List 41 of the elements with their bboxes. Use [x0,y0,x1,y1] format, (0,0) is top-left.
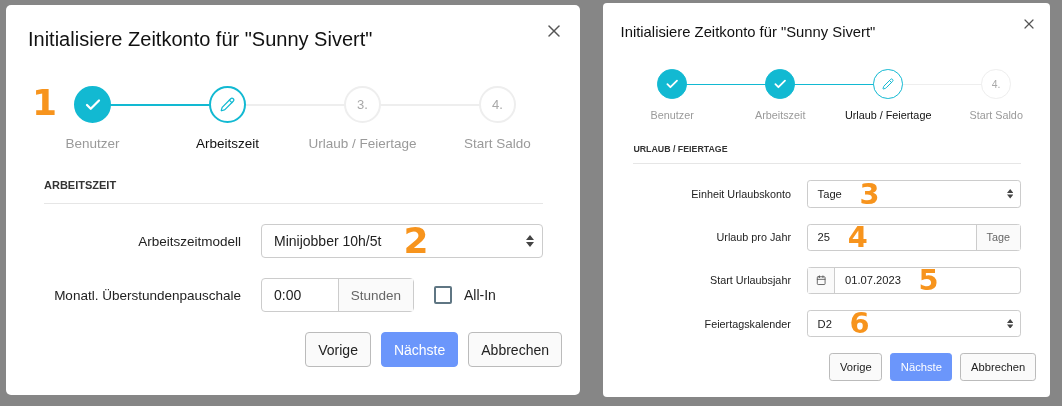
annotation-number: 2 [403,223,429,259]
dialog-button[interactable]: Abbrechen [468,332,562,367]
checkbox-label: All-In [464,287,496,303]
field-label: Start Urlaubsjahr [708,274,791,287]
annotation-number: 4 [847,222,868,252]
section-heading: ARBEITSZEIT [44,179,543,204]
section-heading: URLAUB / FEIERTAGE [633,143,1021,165]
annotation-number: 6 [849,309,870,338]
step-label[interactable]: Arbeitszeit [196,136,259,151]
field-label: Urlaub pro Jahr [715,231,791,244]
select-arrows-icon [1006,189,1014,199]
step-circle: 3. [344,86,381,123]
dialog-button[interactable]: Vorige [829,353,883,382]
field-label: Monatl. Überstundenpauschale [53,287,241,303]
pencil-icon [882,78,895,91]
select-arrows-icon [1006,318,1014,329]
checkbox[interactable] [434,286,452,304]
date-field[interactable]: 01.07.2023 5 [807,266,1021,294]
dialog-title: Initialisiere Zeitkonto für "Sunny Sivert" [28,27,373,52]
select-field[interactable]: Minijobber 10h/5t 2 [261,224,543,258]
unit-label: Tage [976,224,1020,250]
annotation-number: 1 [32,85,58,121]
dialog-button[interactable]: Abbrechen [960,353,1036,382]
field-label: Arbeitszeitmodell [137,233,241,249]
dialog-title: Initialisiere Zeitkonto für "Sunny Sivert" [620,22,876,42]
field-label: Einheit Urlaubskonto [690,187,791,200]
input-field[interactable]: 25 4 Tage [807,223,1021,251]
step-label[interactable]: Urlaub / Feiertage [844,109,932,122]
annotation-number: 5 [918,265,939,295]
pencil-icon [220,97,235,112]
select-field[interactable]: D2 6 [807,309,1021,338]
dialog-button[interactable]: Vorige [305,332,371,367]
field-label: Feiertagskalender [703,317,791,330]
select-field[interactable]: Tage 3 [807,180,1021,208]
input-field[interactable]: 0:00 Stunden [261,278,414,312]
select-arrows-icon [526,235,534,247]
step-circle: 4. [479,86,516,123]
annotation-number: 3 [859,179,880,209]
unit-label: Stunden [337,279,413,311]
calendar-icon [816,275,827,286]
step-circle: 4. [981,69,1011,99]
